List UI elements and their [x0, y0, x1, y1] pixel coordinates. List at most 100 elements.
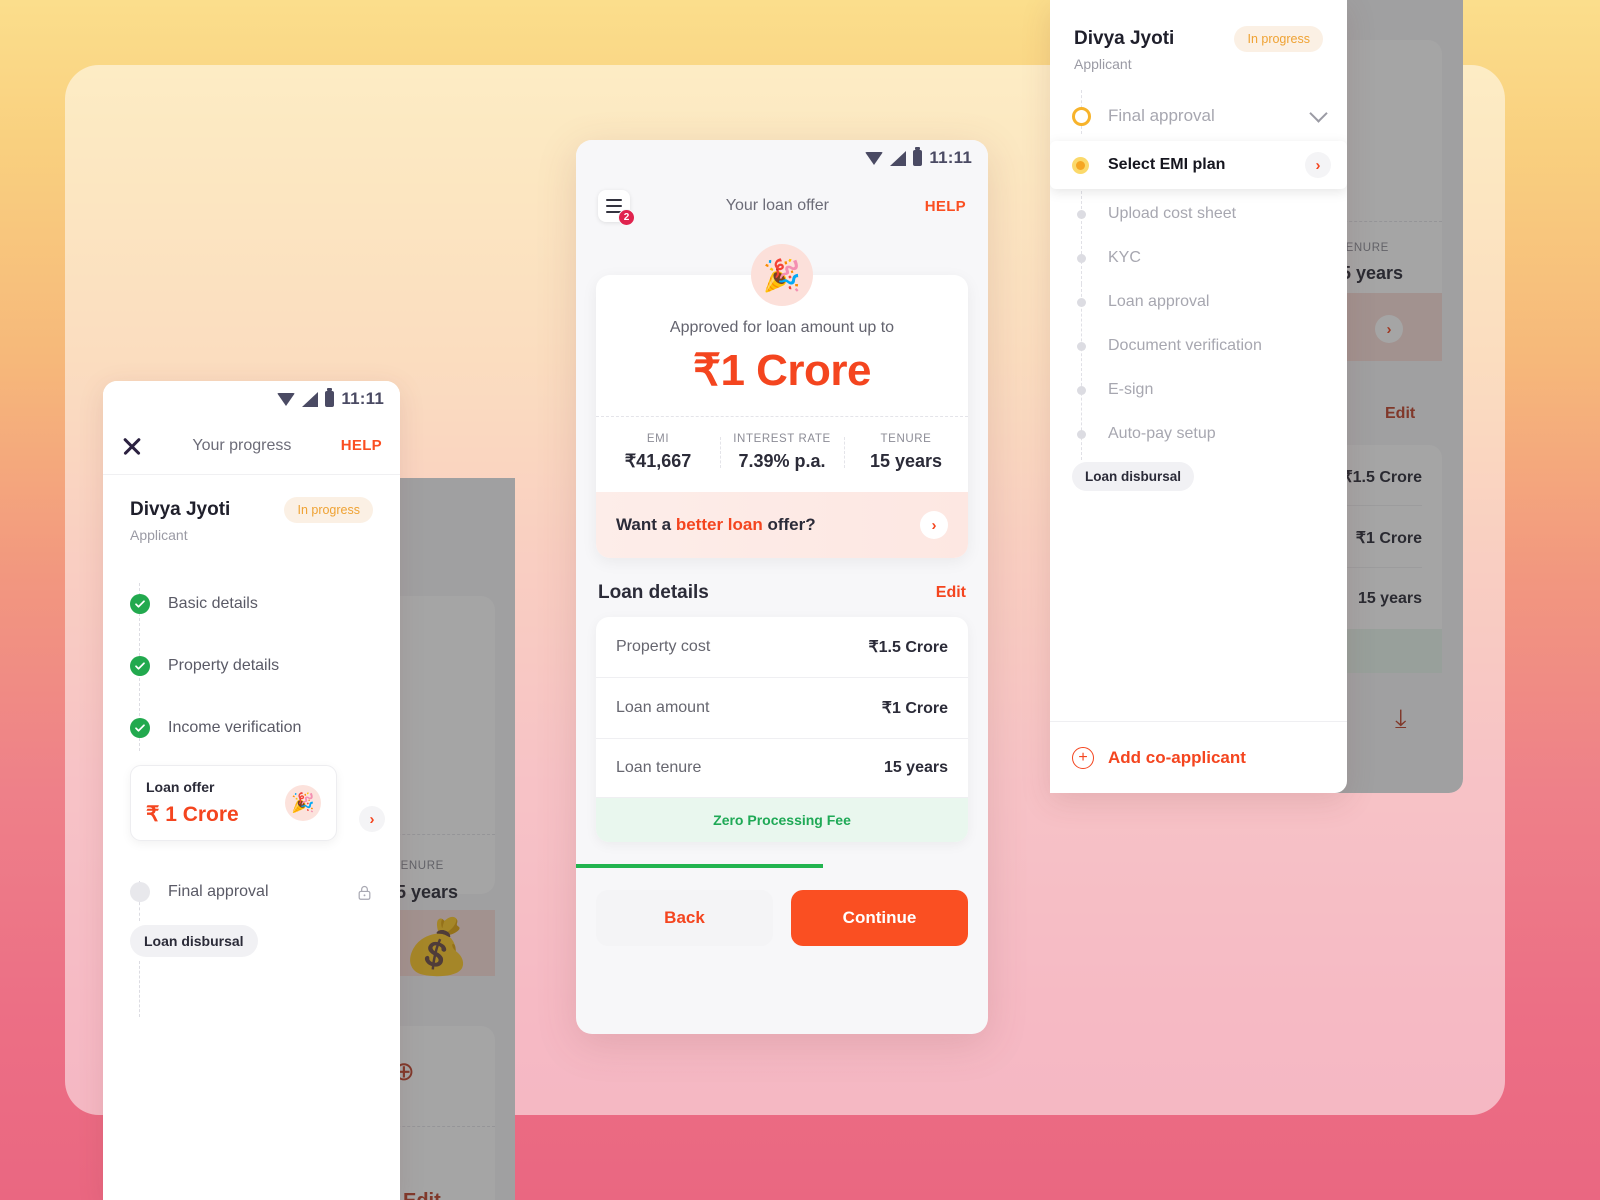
- applicant-header: Divya Jyoti In progress: [1050, 0, 1347, 56]
- step-item-basic-details[interactable]: Basic details: [103, 573, 400, 635]
- step-item-loan-approval[interactable]: Loan approval: [1050, 280, 1347, 324]
- menu-icon[interactable]: 2: [598, 190, 635, 226]
- dimmed-loan-offer-left: unt upto ost TENURE 15 years 💰 ⊕ icant E…: [400, 478, 515, 1200]
- step-label: Select EMI plan: [1108, 156, 1226, 173]
- step-item-auto-pay-setup[interactable]: Auto-pay setup: [1050, 412, 1347, 456]
- battery-icon: [325, 388, 335, 407]
- plus-icon: +: [1072, 746, 1094, 769]
- step-item-document-verification[interactable]: Document verification: [1050, 324, 1347, 368]
- step-item-property-details[interactable]: Property details: [103, 635, 400, 697]
- help-link[interactable]: HELP: [925, 198, 966, 215]
- loan-offer-chevron-right-icon[interactable]: ›: [359, 806, 385, 832]
- detail-value: ₹1.5 Crore: [868, 639, 948, 656]
- pending-dot-icon: [130, 882, 150, 902]
- page-progress-fill: [576, 864, 824, 868]
- metric-tenure: TENURE 15 years: [844, 433, 968, 472]
- status-time: 11:11: [341, 389, 384, 408]
- lock-icon: [356, 884, 373, 901]
- step-item-kyc[interactable]: KYC: [1050, 236, 1347, 280]
- chevron-right-icon[interactable]: ›: [1305, 152, 1331, 178]
- close-icon[interactable]: [121, 435, 143, 457]
- metric-label: TENURE: [880, 433, 932, 445]
- approved-amount: ₹1 Crore: [692, 346, 872, 395]
- step-label: Auto-pay setup: [1108, 425, 1216, 442]
- cellular-signal-icon: [302, 391, 319, 407]
- progress-phone: 11:11 Your progress HELP Divya Jyoti In …: [103, 381, 400, 1200]
- status-time: 11:11: [929, 148, 972, 167]
- add-co-applicant-button[interactable]: + Add co-applicant: [1050, 721, 1347, 793]
- loan-disbursal-pill: Loan disbursal: [130, 925, 258, 957]
- approved-label: Approved for loan amount up to: [669, 319, 895, 336]
- wifi-icon: [865, 152, 884, 165]
- step-group-label: Final approval: [1108, 106, 1215, 125]
- step-label: Property details: [168, 657, 280, 674]
- detail-label: Property cost: [616, 638, 711, 655]
- approved-amount-card: Approved for loan amount up to ₹1 Crore …: [596, 275, 968, 558]
- step-label: Final approval: [168, 883, 269, 900]
- section-title: Loan details: [598, 582, 709, 603]
- loan-offer-amount: ₹ 1 Crore: [146, 803, 239, 826]
- metric-value: ₹41,667: [624, 451, 692, 471]
- applicant-header: Divya Jyoti In progress: [103, 475, 400, 527]
- detail-label: Loan amount: [616, 699, 710, 716]
- pending-dot-icon: [1077, 297, 1086, 307]
- status-bar-left: 11:11: [103, 381, 400, 417]
- dim-overlay-left: [400, 478, 515, 1200]
- pending-dot-icon: [1077, 429, 1086, 439]
- menu-badge-count: 2: [618, 209, 635, 226]
- step-item-upload-cost-sheet[interactable]: Upload cost sheet: [1050, 192, 1347, 236]
- metric-value: 7.39% p.a.: [738, 451, 826, 471]
- help-link[interactable]: HELP: [341, 437, 382, 454]
- step-label: Income verification: [168, 719, 302, 736]
- detail-label: Loan tenure: [616, 759, 702, 776]
- step-label: KYC: [1108, 249, 1141, 266]
- page-progress-bar: [576, 864, 988, 868]
- step-item-e-sign[interactable]: E-sign: [1050, 368, 1347, 412]
- detail-value: 15 years: [883, 759, 948, 776]
- step-label: Basic details: [168, 595, 258, 612]
- better-loan-offer-banner[interactable]: Want a better loan offer? ›: [596, 492, 968, 558]
- step-item-final-approval[interactable]: Final approval: [103, 863, 400, 921]
- metric-interest-rate: INTEREST RATE 7.39% p.a.: [720, 433, 844, 472]
- cellular-signal-icon: [890, 150, 907, 166]
- continue-button[interactable]: Continue: [791, 890, 968, 946]
- progress-app-bar: Your progress HELP: [103, 417, 400, 475]
- chevron-right-icon[interactable]: ›: [920, 511, 948, 539]
- metric-emi: EMI ₹41,667: [596, 433, 720, 472]
- party-popper-icon: 🎉: [285, 785, 321, 821]
- action-button-row: Back Continue: [576, 868, 988, 970]
- step-label: Document verification: [1108, 337, 1262, 354]
- check-icon: [130, 594, 150, 614]
- loan-offer-card[interactable]: Loan offer ₹ 1 Crore 🎉: [130, 765, 337, 841]
- pending-dot-icon: [1077, 253, 1086, 263]
- chevron-down-icon[interactable]: [1309, 104, 1328, 123]
- step-item-income-verification[interactable]: Income verification: [103, 697, 400, 759]
- steps-panel-list: Final approval Select EMI plan › Upload …: [1050, 90, 1347, 499]
- status-badge: In progress: [1234, 26, 1323, 52]
- party-popper-icon: 🎉: [751, 244, 813, 306]
- page-title: Your loan offer: [725, 197, 829, 214]
- battery-icon: [913, 147, 923, 166]
- step-label: Loan approval: [1108, 293, 1210, 310]
- loan-disbursal-pill: Loan disbursal: [1072, 462, 1195, 491]
- loan-offer-phone: 11:11 2 Your loan offer HELP 🎉 Approved …: [576, 140, 988, 1034]
- metric-value: 15 years: [869, 451, 943, 471]
- loan-details-header: Loan details Edit: [576, 558, 988, 617]
- current-step-ring-icon: [1072, 106, 1091, 126]
- wifi-icon: [277, 393, 296, 406]
- table-row: Loan amount ₹1 Crore: [596, 678, 968, 739]
- loan-offer-title: Loan offer: [146, 779, 215, 795]
- edit-link[interactable]: Edit: [936, 584, 966, 602]
- table-row: Loan tenure 15 years: [596, 739, 968, 798]
- table-row: Property cost ₹1.5 Crore: [596, 617, 968, 678]
- pending-dot-icon: [1077, 209, 1086, 219]
- step-item-select-emi-plan[interactable]: Select EMI plan ›: [1050, 141, 1347, 189]
- active-step-dot-icon: [1072, 156, 1089, 174]
- loan-details-card: Property cost ₹1.5 Crore Loan amount ₹1 …: [596, 617, 968, 842]
- step-group-final-approval[interactable]: Final approval: [1050, 94, 1347, 138]
- applicant-role: Applicant: [130, 527, 188, 543]
- applicant-name: Divya Jyoti: [1074, 28, 1175, 49]
- loan-metrics-row: EMI ₹41,667 INTEREST RATE 7.39% p.a. TEN…: [596, 417, 968, 492]
- back-button[interactable]: Back: [596, 890, 773, 946]
- metric-label: EMI: [646, 433, 670, 445]
